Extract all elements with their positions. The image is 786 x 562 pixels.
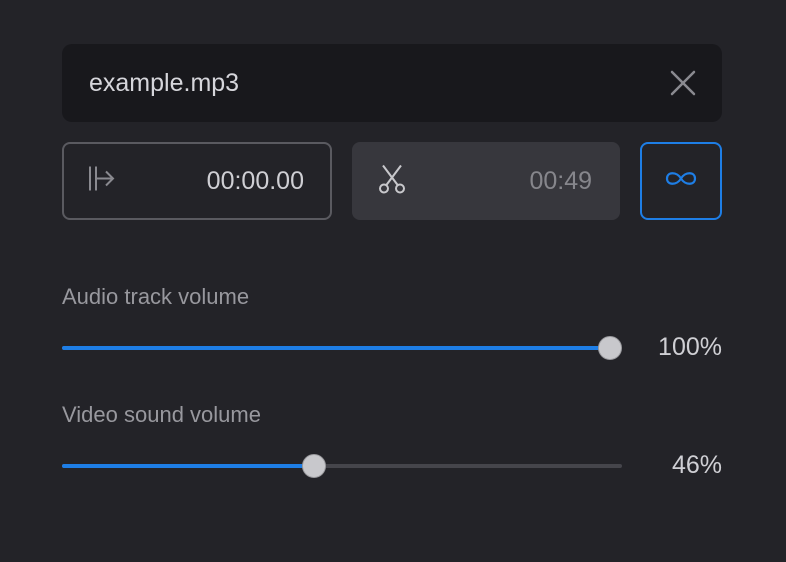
audio-file-bar: example.mp3 bbox=[62, 44, 722, 122]
close-icon bbox=[670, 70, 696, 96]
file-name: example.mp3 bbox=[89, 69, 240, 97]
loop-infinity-icon bbox=[663, 169, 699, 194]
start-time-field[interactable]: 00:00.00 bbox=[62, 142, 332, 220]
audio-volume-slider[interactable] bbox=[62, 336, 622, 360]
trim-start-icon bbox=[86, 164, 116, 199]
slider-thumb[interactable] bbox=[598, 336, 622, 360]
start-time-value: 00:00.00 bbox=[206, 167, 304, 195]
remove-file-button[interactable] bbox=[666, 66, 700, 100]
video-volume-label: Video sound volume bbox=[62, 402, 261, 427]
slider-fill bbox=[62, 464, 314, 468]
slider-fill bbox=[62, 346, 610, 350]
audio-volume-label: Audio track volume bbox=[62, 284, 250, 309]
loop-toggle-button[interactable] bbox=[640, 142, 722, 220]
trim-duration-field[interactable]: 00:49 bbox=[352, 142, 620, 220]
scissors-icon bbox=[378, 164, 406, 199]
audio-settings-panel: example.mp3 00:00.00 00:49 Audio track v… bbox=[0, 0, 786, 562]
trim-duration-value: 00:49 bbox=[529, 167, 592, 195]
video-volume-value: 46% bbox=[671, 451, 722, 479]
audio-volume-value: 100% bbox=[658, 333, 722, 361]
video-volume-slider[interactable] bbox=[62, 454, 622, 478]
slider-thumb[interactable] bbox=[302, 454, 326, 478]
